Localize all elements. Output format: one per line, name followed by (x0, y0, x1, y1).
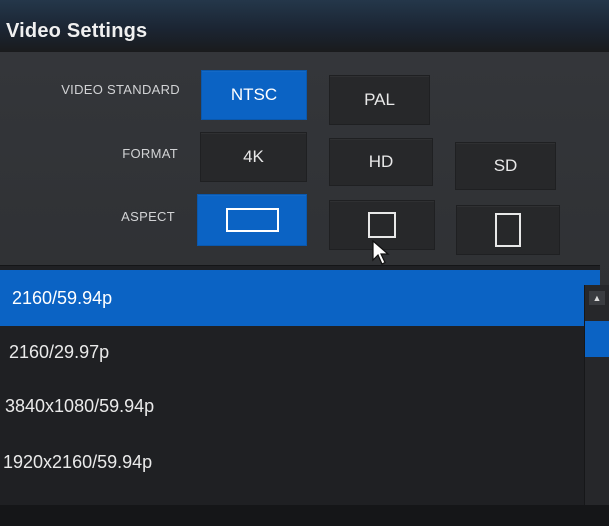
format-4k-button[interactable]: 4K (200, 132, 307, 182)
list-item-label: 1920x2160/59.94p (3, 451, 153, 472)
list-item[interactable]: 1920x2160/59.94p (0, 434, 576, 490)
portrait-aspect-icon (495, 213, 521, 247)
list-scrollbar[interactable]: ▲ (584, 285, 609, 515)
video-standard-label: VIDEO STANDARD (61, 82, 180, 97)
aspect-widescreen-button[interactable] (197, 194, 307, 246)
title-bar: Video Settings (0, 0, 609, 53)
mouse-pointer-icon (372, 240, 390, 265)
scroll-thumb[interactable] (585, 321, 609, 357)
bottom-edge (0, 505, 609, 526)
list-item[interactable]: 2160/29.97p (0, 324, 576, 380)
list-item-label: 2160/59.94p (12, 287, 113, 308)
ntsc-button[interactable]: NTSC (201, 70, 307, 120)
aspect-label: ASPECT (121, 209, 175, 224)
video-mode-list[interactable]: 2160/59.94p 2160/29.97p 3840x1080/59.94p… (0, 265, 600, 516)
widescreen-aspect-icon (225, 208, 279, 232)
square-aspect-icon (368, 212, 396, 238)
list-item[interactable]: 3840x1080/59.94p (0, 378, 576, 434)
pal-button[interactable]: PAL (329, 75, 430, 125)
chevron-up-icon[interactable]: ▲ (589, 291, 605, 305)
format-sd-button[interactable]: SD (455, 142, 556, 190)
format-hd-button[interactable]: HD (329, 138, 433, 186)
format-label: FORMAT (122, 146, 178, 161)
list-item-label: 3840x1080/59.94p (5, 395, 155, 416)
list-item-selected[interactable]: 2160/59.94p (0, 270, 600, 326)
list-item-label: 2160/29.97p (9, 341, 110, 362)
aspect-portrait-button[interactable] (456, 205, 560, 255)
window-title: Video Settings (6, 20, 148, 42)
